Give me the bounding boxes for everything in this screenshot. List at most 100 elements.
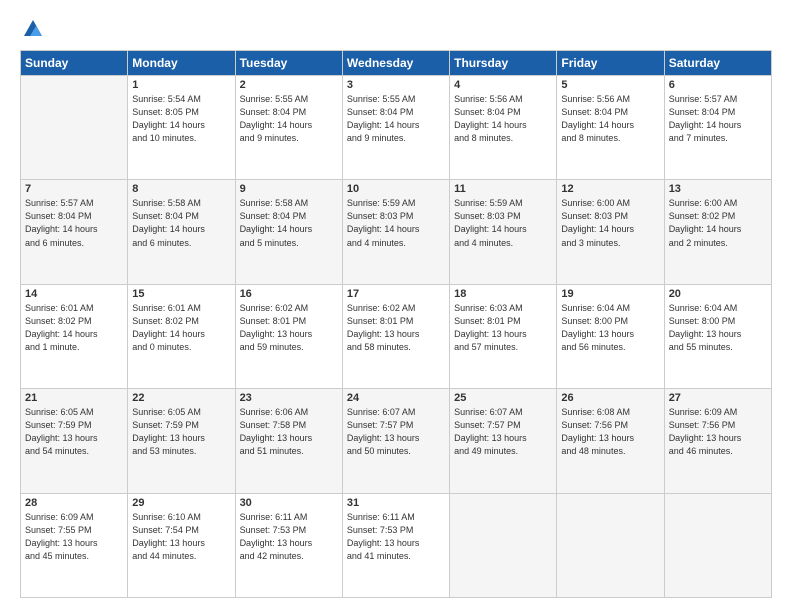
calendar-day-cell: 10 Sunrise: 5:59 AM Sunset: 8:03 PM Dayli… — [342, 180, 449, 284]
calendar-day-cell: 13 Sunrise: 6:00 AM Sunset: 8:02 PM Dayli… — [664, 180, 771, 284]
day-info: Sunrise: 6:08 AM Sunset: 7:56 PM Dayligh… — [561, 406, 659, 458]
day-info: Sunrise: 6:07 AM Sunset: 7:57 PM Dayligh… — [454, 406, 552, 458]
day-info: Sunrise: 5:57 AM Sunset: 8:04 PM Dayligh… — [25, 197, 123, 249]
day-info: Sunrise: 6:01 AM Sunset: 8:02 PM Dayligh… — [25, 302, 123, 354]
day-number: 21 — [25, 392, 123, 404]
calendar-day-cell: 16 Sunrise: 6:02 AM Sunset: 8:01 PM Dayli… — [235, 284, 342, 388]
day-number: 24 — [347, 392, 445, 404]
day-number: 20 — [669, 288, 767, 300]
day-info: Sunrise: 6:02 AM Sunset: 8:01 PM Dayligh… — [240, 302, 338, 354]
calendar-day-cell: 9Sunrise: 5:58 AM Sunset: 8:04 PM Daylig… — [235, 180, 342, 284]
calendar-day-cell — [21, 76, 128, 180]
calendar-day-cell: 25 Sunrise: 6:07 AM Sunset: 7:57 PM Dayli… — [450, 389, 557, 493]
day-number: 12 — [561, 183, 659, 195]
day-number: 25 — [454, 392, 552, 404]
day-number: 22 — [132, 392, 230, 404]
day-info: Sunrise: 5:59 AM Sunset: 8:03 PM Dayligh… — [454, 197, 552, 249]
calendar-day-cell: 6 Sunrise: 5:57 AM Sunset: 8:04 PM Daylig… — [664, 76, 771, 180]
calendar-day-cell: 28Sunrise: 6:09 AM Sunset: 7:55 PM Dayli… — [21, 493, 128, 597]
day-info: Sunrise: 6:10 AM Sunset: 7:54 PM Dayligh… — [132, 511, 230, 563]
day-info: Sunrise: 5:55 AM Sunset: 8:04 PM Dayligh… — [347, 93, 445, 145]
day-info: Sunrise: 6:06 AM Sunset: 7:58 PM Dayligh… — [240, 406, 338, 458]
calendar-day-cell: 18Sunrise: 6:03 AM Sunset: 8:01 PM Dayli… — [450, 284, 557, 388]
day-info: Sunrise: 6:09 AM Sunset: 7:56 PM Dayligh… — [669, 406, 767, 458]
calendar-day-cell: 30 Sunrise: 6:11 AM Sunset: 7:53 PM Dayli… — [235, 493, 342, 597]
day-info: Sunrise: 6:02 AM Sunset: 8:01 PM Dayligh… — [347, 302, 445, 354]
calendar-day-cell: 3 Sunrise: 5:55 AM Sunset: 8:04 PM Daylig… — [342, 76, 449, 180]
day-number: 1 — [132, 79, 230, 91]
calendar-day-cell: 26Sunrise: 6:08 AM Sunset: 7:56 PM Dayli… — [557, 389, 664, 493]
calendar-day-cell: 21 Sunrise: 6:05 AM Sunset: 7:59 PM Dayli… — [21, 389, 128, 493]
day-number: 16 — [240, 288, 338, 300]
day-info: Sunrise: 5:56 AM Sunset: 8:04 PM Dayligh… — [561, 93, 659, 145]
day-number: 19 — [561, 288, 659, 300]
header — [20, 18, 772, 40]
calendar-week-row: 1Sunrise: 5:54 AM Sunset: 8:05 PM Daylig… — [21, 76, 772, 180]
day-info: Sunrise: 6:11 AM Sunset: 7:53 PM Dayligh… — [347, 511, 445, 563]
weekday-header: Thursday — [450, 51, 557, 76]
calendar-day-cell: 2 Sunrise: 5:55 AM Sunset: 8:04 PM Daylig… — [235, 76, 342, 180]
calendar-header-row: SundayMondayTuesdayWednesdayThursdayFrid… — [21, 51, 772, 76]
day-number: 31 — [347, 497, 445, 509]
day-info: Sunrise: 6:05 AM Sunset: 7:59 PM Dayligh… — [25, 406, 123, 458]
day-number: 4 — [454, 79, 552, 91]
day-number: 29 — [132, 497, 230, 509]
day-number: 5 — [561, 79, 659, 91]
calendar-day-cell: 7 Sunrise: 5:57 AM Sunset: 8:04 PM Daylig… — [21, 180, 128, 284]
day-number: 30 — [240, 497, 338, 509]
day-number: 2 — [240, 79, 338, 91]
day-number: 8 — [132, 183, 230, 195]
logo-icon — [22, 18, 44, 40]
calendar-day-cell: 23 Sunrise: 6:06 AM Sunset: 7:58 PM Dayli… — [235, 389, 342, 493]
calendar-day-cell: 14Sunrise: 6:01 AM Sunset: 8:02 PM Dayli… — [21, 284, 128, 388]
day-info: Sunrise: 5:55 AM Sunset: 8:04 PM Dayligh… — [240, 93, 338, 145]
calendar-day-cell: 4 Sunrise: 5:56 AM Sunset: 8:04 PM Daylig… — [450, 76, 557, 180]
day-number: 9 — [240, 183, 338, 195]
day-info: Sunrise: 6:04 AM Sunset: 8:00 PM Dayligh… — [669, 302, 767, 354]
day-number: 15 — [132, 288, 230, 300]
calendar-day-cell: 11 Sunrise: 5:59 AM Sunset: 8:03 PM Dayli… — [450, 180, 557, 284]
day-info: Sunrise: 5:57 AM Sunset: 8:04 PM Dayligh… — [669, 93, 767, 145]
calendar-day-cell: 31 Sunrise: 6:11 AM Sunset: 7:53 PM Dayli… — [342, 493, 449, 597]
calendar-day-cell: 12 Sunrise: 6:00 AM Sunset: 8:03 PM Dayli… — [557, 180, 664, 284]
day-info: Sunrise: 5:56 AM Sunset: 8:04 PM Dayligh… — [454, 93, 552, 145]
logo — [20, 18, 44, 40]
weekday-header: Friday — [557, 51, 664, 76]
weekday-header: Sunday — [21, 51, 128, 76]
day-info: Sunrise: 5:58 AM Sunset: 8:04 PM Dayligh… — [132, 197, 230, 249]
weekday-header: Tuesday — [235, 51, 342, 76]
day-number: 11 — [454, 183, 552, 195]
day-info: Sunrise: 6:00 AM Sunset: 8:03 PM Dayligh… — [561, 197, 659, 249]
calendar-week-row: 14Sunrise: 6:01 AM Sunset: 8:02 PM Dayli… — [21, 284, 772, 388]
day-info: Sunrise: 6:11 AM Sunset: 7:53 PM Dayligh… — [240, 511, 338, 563]
day-info: Sunrise: 6:03 AM Sunset: 8:01 PM Dayligh… — [454, 302, 552, 354]
weekday-header: Wednesday — [342, 51, 449, 76]
calendar-day-cell: 19Sunrise: 6:04 AM Sunset: 8:00 PM Dayli… — [557, 284, 664, 388]
day-number: 3 — [347, 79, 445, 91]
calendar-day-cell: 8 Sunrise: 5:58 AM Sunset: 8:04 PM Daylig… — [128, 180, 235, 284]
day-number: 10 — [347, 183, 445, 195]
calendar-week-row: 28Sunrise: 6:09 AM Sunset: 7:55 PM Dayli… — [21, 493, 772, 597]
day-info: Sunrise: 6:07 AM Sunset: 7:57 PM Dayligh… — [347, 406, 445, 458]
day-number: 27 — [669, 392, 767, 404]
calendar-day-cell: 15 Sunrise: 6:01 AM Sunset: 8:02 PM Dayli… — [128, 284, 235, 388]
calendar-table: SundayMondayTuesdayWednesdayThursdayFrid… — [20, 50, 772, 598]
day-number: 6 — [669, 79, 767, 91]
calendar-day-cell: 1Sunrise: 5:54 AM Sunset: 8:05 PM Daylig… — [128, 76, 235, 180]
day-number: 13 — [669, 183, 767, 195]
calendar-day-cell: 27 Sunrise: 6:09 AM Sunset: 7:56 PM Dayli… — [664, 389, 771, 493]
day-info: Sunrise: 5:59 AM Sunset: 8:03 PM Dayligh… — [347, 197, 445, 249]
day-number: 28 — [25, 497, 123, 509]
calendar-day-cell: 24 Sunrise: 6:07 AM Sunset: 7:57 PM Dayli… — [342, 389, 449, 493]
calendar-week-row: 21 Sunrise: 6:05 AM Sunset: 7:59 PM Dayli… — [21, 389, 772, 493]
page: SundayMondayTuesdayWednesdayThursdayFrid… — [0, 0, 792, 612]
calendar-day-cell — [557, 493, 664, 597]
day-number: 7 — [25, 183, 123, 195]
weekday-header: Saturday — [664, 51, 771, 76]
day-number: 17 — [347, 288, 445, 300]
day-info: Sunrise: 6:05 AM Sunset: 7:59 PM Dayligh… — [132, 406, 230, 458]
calendar-day-cell: 17 Sunrise: 6:02 AM Sunset: 8:01 PM Dayli… — [342, 284, 449, 388]
day-info: Sunrise: 6:00 AM Sunset: 8:02 PM Dayligh… — [669, 197, 767, 249]
day-number: 23 — [240, 392, 338, 404]
day-info: Sunrise: 6:01 AM Sunset: 8:02 PM Dayligh… — [132, 302, 230, 354]
